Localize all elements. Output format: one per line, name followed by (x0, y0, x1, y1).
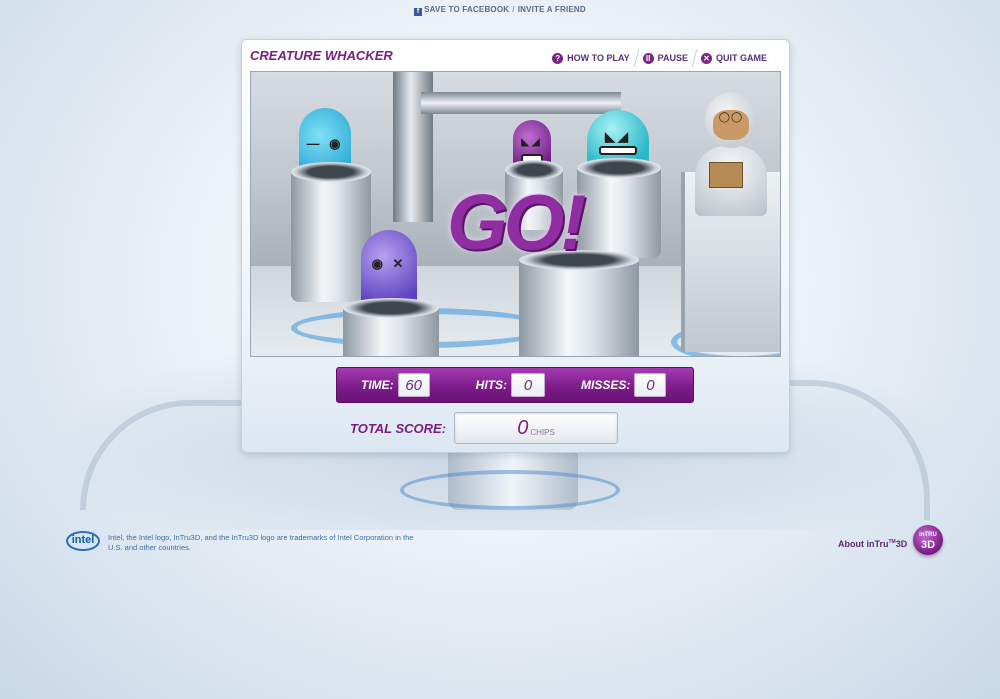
creature-eyes: ◉ ✕ (371, 256, 407, 272)
creature-tube[interactable] (291, 162, 371, 302)
creature-eyes: — ◉ (306, 135, 344, 151)
scientist-character: ◯◯ (691, 92, 771, 216)
creature-tube[interactable] (343, 298, 439, 356)
about-suffix: 3D (895, 539, 908, 549)
pause-label: PAUSE (657, 53, 688, 63)
misses-label: MISSES: (581, 378, 631, 392)
trademark-mark: TM (888, 539, 896, 545)
intel-logo[interactable]: intel (66, 531, 100, 551)
quit-game-button[interactable]: ✕ QUIT GAME (695, 52, 773, 64)
game-scene[interactable]: — ◉ ◣◢ ◣◢ ◉ ✕ ◯◯ GO! (250, 71, 781, 357)
how-to-play-label: HOW TO PLAY (567, 53, 630, 63)
total-score-value: 0 (517, 416, 529, 439)
game-nav: ? HOW TO PLAY II PAUSE ✕ QUIT GAME (546, 49, 773, 67)
badge-line2: 3D (920, 539, 936, 551)
quit-game-label: QUIT GAME (716, 53, 767, 63)
hits-label: HITS: (475, 378, 508, 392)
close-icon: ✕ (701, 52, 712, 64)
time-stat: TIME: 60 (361, 373, 430, 397)
intru3d-logo[interactable]: inTRU 3D (913, 525, 943, 555)
about-intru3d-link[interactable]: About inTruTM3D (838, 539, 907, 549)
save-to-facebook-link[interactable]: SAVE TO FACEBOOK (424, 5, 509, 14)
legal-text: Intel, the Intel logo, InTru3D, and the … (108, 533, 414, 552)
time-value: 60 (397, 373, 430, 397)
stats-bar: TIME: 60 HITS: 0 MISSES: 0 (336, 367, 694, 403)
creature-tube[interactable] (519, 250, 639, 356)
invite-friend-link[interactable]: INVITE A FRIEND (518, 5, 586, 14)
creature-mouth (599, 145, 637, 155)
creature-eyes: ◣◢ (521, 137, 543, 149)
hits-stat: HITS: 0 (475, 373, 546, 397)
go-banner: GO! (447, 178, 586, 266)
creature-eyes: ◣◢ (605, 128, 631, 144)
background-ring (400, 470, 620, 510)
scene-pipe (421, 92, 621, 114)
total-score-label: TOTAL SCORE: (350, 420, 447, 436)
time-label: TIME: (361, 378, 394, 392)
facebook-icon[interactable]: f (414, 8, 423, 16)
pause-button[interactable]: II PAUSE (637, 52, 694, 64)
clipboard-icon (709, 162, 743, 188)
question-icon: ? (552, 52, 564, 64)
pause-icon: II (642, 52, 654, 64)
glasses-icon: ◯◯ (718, 112, 744, 123)
total-score-box: 0 CHIPS (454, 412, 619, 444)
about-label: About inTru (838, 539, 889, 549)
creature-tube[interactable] (577, 158, 661, 258)
share-bar: f SAVE TO FACEBOOK / INVITE A FRIEND (0, 5, 1000, 16)
game-panel: CREATURE WHACKER ? HOW TO PLAY II PAUSE … (241, 39, 790, 453)
total-score-unit: CHIPS (530, 427, 555, 437)
share-separator: / (512, 5, 515, 14)
how-to-play-button[interactable]: ? HOW TO PLAY (546, 52, 636, 64)
misses-value: 0 (634, 373, 667, 397)
hits-value: 0 (511, 373, 546, 397)
game-title: CREATURE WHACKER (250, 48, 393, 63)
misses-stat: MISSES: 0 (581, 373, 667, 397)
total-score-row: TOTAL SCORE: 0 CHIPS (350, 412, 619, 444)
